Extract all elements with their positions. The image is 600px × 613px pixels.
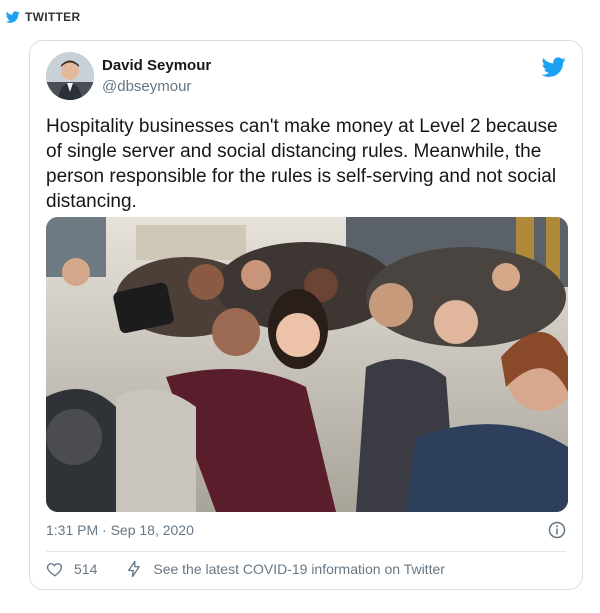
twitter-logo-icon[interactable] [542,55,566,79]
tweet-photo[interactable] [46,217,568,512]
author-handle[interactable]: @dbseymour [102,78,191,95]
info-icon[interactable] [548,521,566,539]
divider [46,551,566,552]
lightning-icon [128,560,141,578]
tweet-timestamp[interactable]: 1:31 PM · Sep 18, 2020 [46,522,194,538]
tweet-card[interactable]: David Seymour @dbseymour Hospitality bus… [29,40,583,590]
avatar[interactable] [46,52,94,100]
action-bar: 514 See the latest COVID-19 information … [46,560,445,578]
like-count: 514 [74,561,98,577]
twitter-bird-icon [6,11,20,23]
like-button[interactable]: 514 [46,560,97,578]
covid-link-text: See the latest COVID-19 information on T… [153,561,445,577]
source-name: TWITTER [25,10,81,24]
tweet-text: Hospitality businesses can't make money … [46,116,558,212]
covid-info-link[interactable]: See the latest COVID-19 information on T… [125,560,445,578]
source-label: TWITTER [6,10,80,24]
heart-icon [46,563,63,577]
author-name[interactable]: David Seymour [102,57,211,74]
